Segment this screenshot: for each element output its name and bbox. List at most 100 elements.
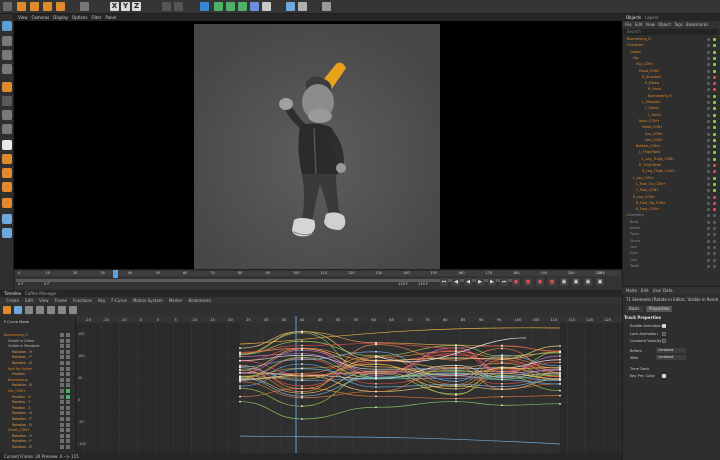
- points-mode-icon[interactable]: [2, 36, 12, 46]
- snap-key-icon[interactable]: [69, 306, 77, 314]
- track-row[interactable]: Rotation . B: [0, 444, 76, 450]
- track-state-icon[interactable]: [66, 377, 70, 382]
- viewport-menu-filter[interactable]: Filter: [91, 15, 101, 20]
- live-select-icon[interactable]: [17, 2, 26, 11]
- timeline-menu-item[interactable]: Bookmarks: [189, 298, 211, 303]
- axis-y-button[interactable]: Y: [121, 2, 130, 11]
- visibility-dot[interactable]: [707, 164, 710, 167]
- track-lock-icon[interactable]: [60, 411, 64, 416]
- visibility-dot[interactable]: [707, 126, 710, 130]
- track-lock-icon[interactable]: [60, 349, 64, 354]
- track-state-icon[interactable]: [66, 372, 70, 377]
- field-checkbox[interactable]: [662, 339, 666, 343]
- enabled-check[interactable]: [713, 252, 716, 256]
- model-mode-icon[interactable]: [80, 2, 89, 11]
- object-row[interactable]: Global: [622, 50, 720, 55]
- object-row[interactable]: Boomerang_R: [622, 37, 720, 42]
- prev-frame-icon[interactable]: ◀: [464, 278, 472, 286]
- object-row[interactable]: Hip: [622, 56, 720, 61]
- om-tab-objects[interactable]: Objects: [626, 15, 641, 20]
- object-row[interactable]: Pants: [622, 232, 720, 237]
- field-select[interactable]: Constant: [656, 347, 686, 353]
- playhead[interactable]: [113, 270, 118, 278]
- field-select[interactable]: Constant: [656, 355, 686, 360]
- track-lock-icon[interactable]: [60, 433, 64, 438]
- object-row[interactable]: Cap: [622, 258, 720, 263]
- track-state-icon[interactable]: [66, 433, 70, 438]
- am-menu-user-data[interactable]: User Data: [653, 288, 673, 293]
- track-state-icon[interactable]: [66, 411, 70, 416]
- om-menu-view[interactable]: View: [645, 22, 655, 27]
- magnet-icon[interactable]: [2, 154, 12, 164]
- object-row[interactable]: R_Shoulder: [622, 75, 720, 80]
- timeline-menu-item[interactable]: F-Curve: [111, 298, 127, 303]
- enabled-check[interactable]: [713, 214, 716, 218]
- viewport-menu-panel[interactable]: Panel: [105, 15, 116, 20]
- visibility-dot[interactable]: [707, 264, 710, 268]
- visibility-dot[interactable]: [707, 145, 710, 149]
- object-search-input[interactable]: Search: [624, 29, 718, 35]
- deformer-icon[interactable]: [238, 2, 247, 11]
- track-state-icon[interactable]: [66, 389, 70, 393]
- enabled-check[interactable]: [713, 88, 716, 92]
- prev-key-icon[interactable]: ◀: [452, 278, 460, 286]
- key-position-icon[interactable]: ●: [548, 278, 556, 286]
- object-row[interactable]: L_Foot_CON+: [622, 188, 720, 193]
- object-row[interactable]: R_Leg_Thigh_CON+: [622, 169, 720, 174]
- track-lock-icon[interactable]: [60, 344, 64, 349]
- viewport-menu-options[interactable]: Options: [72, 15, 87, 20]
- polygons-mode-icon[interactable]: [2, 64, 12, 74]
- visibility-dot[interactable]: [707, 38, 710, 41]
- camera-icon[interactable]: [250, 2, 259, 11]
- python-icon[interactable]: [322, 2, 331, 11]
- object-row[interactable]: R_ThighTwist: [622, 163, 720, 168]
- generator-icon[interactable]: [226, 2, 235, 11]
- enabled-check[interactable]: [713, 126, 716, 130]
- track-state-icon[interactable]: [66, 355, 70, 360]
- track-state-icon[interactable]: [66, 383, 70, 388]
- am-tab-basic[interactable]: Basic: [626, 306, 643, 312]
- enabled-check[interactable]: [713, 170, 716, 174]
- object-row[interactable]: Hair: [622, 245, 720, 250]
- object-row[interactable]: L_Elbow: [622, 106, 720, 111]
- timeline-menu-item[interactable]: Frame: [55, 298, 67, 303]
- go-start-icon[interactable]: ⏮: [440, 278, 448, 286]
- object-row[interactable]: L_Leg_CON+: [622, 176, 720, 181]
- enabled-check[interactable]: [713, 44, 716, 48]
- enabled-check[interactable]: [713, 220, 716, 224]
- enabled-check[interactable]: [713, 107, 716, 111]
- timeline-tab[interactable]: Coffee Manager: [25, 291, 57, 296]
- visibility-dot[interactable]: [707, 82, 710, 86]
- knife-icon[interactable]: [2, 182, 12, 192]
- axis-x-button[interactable]: X: [110, 2, 119, 11]
- visibility-dot[interactable]: [707, 138, 710, 142]
- enabled-check[interactable]: [713, 38, 716, 41]
- track-lock-icon[interactable]: [60, 372, 64, 377]
- timeline-menu-item[interactable]: Create: [6, 298, 19, 303]
- enabled-check[interactable]: [713, 119, 716, 123]
- am-tab-properties[interactable]: Properties: [646, 306, 673, 312]
- object-row[interactable]: R_Foot_Tip_CON+: [622, 201, 720, 206]
- layout-icon[interactable]: [2, 228, 12, 238]
- visibility-dot[interactable]: [707, 88, 710, 92]
- enabled-check[interactable]: [713, 151, 716, 155]
- track-state-icon[interactable]: [66, 445, 70, 449]
- field-checkbox[interactable]: [662, 324, 666, 328]
- timeline-menu-item[interactable]: View: [39, 298, 49, 303]
- visibility-dot[interactable]: [707, 170, 710, 174]
- viewport-menu-cameras[interactable]: Cameras: [32, 15, 50, 20]
- light-icon[interactable]: [262, 2, 271, 11]
- track-state-icon[interactable]: [66, 349, 70, 354]
- timeline-menu-item[interactable]: Key: [98, 298, 105, 303]
- enabled-check[interactable]: [713, 132, 716, 136]
- spline-icon[interactable]: [214, 2, 223, 11]
- fcurve-mode-icon[interactable]: [14, 306, 22, 314]
- visibility-dot[interactable]: [707, 195, 710, 199]
- framing-icon[interactable]: [58, 306, 66, 314]
- enabled-check[interactable]: [713, 75, 716, 79]
- track-lock-icon[interactable]: [60, 361, 64, 365]
- model-icon[interactable]: [2, 82, 12, 92]
- visibility-dot[interactable]: [707, 227, 710, 230]
- object-row[interactable]: L_ThighTwist: [622, 150, 720, 155]
- key-rotation-icon[interactable]: ▣: [560, 278, 568, 286]
